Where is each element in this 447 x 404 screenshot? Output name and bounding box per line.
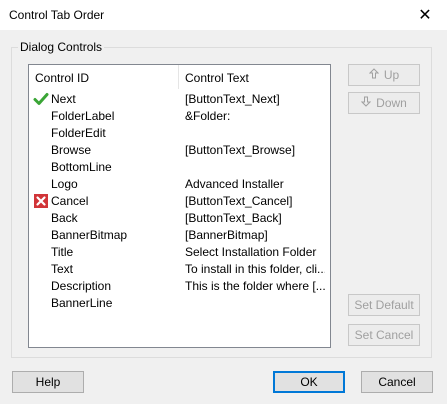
control-text-cell: [ButtonText_Next]: [185, 92, 280, 106]
list-item[interactable]: Browse [ButtonText_Browse]: [29, 142, 330, 159]
list-item[interactable]: Cancel [ButtonText_Cancel]: [29, 193, 330, 210]
error-x-icon: [33, 193, 49, 209]
control-id-cell: Next: [51, 92, 76, 106]
control-text-cell: [BannerBitmap]: [185, 228, 268, 242]
controls-list[interactable]: Control ID Control Text Next [ButtonText_…: [28, 64, 331, 348]
up-button[interactable]: Up: [348, 64, 420, 86]
list-item[interactable]: BannerBitmap [BannerBitmap]: [29, 227, 330, 244]
list-item[interactable]: Description This is the folder where [...: [29, 278, 330, 295]
checkmark-icon: [33, 91, 49, 107]
control-text-cell: [ButtonText_Browse]: [185, 143, 296, 157]
list-item[interactable]: Title Select Installation Folder: [29, 244, 330, 261]
set-default-button[interactable]: Set Default: [348, 294, 420, 316]
control-text-cell: Advanced Installer: [185, 177, 284, 191]
cancel-button[interactable]: Cancel: [361, 371, 433, 393]
column-header-control-text[interactable]: Control Text: [185, 71, 249, 85]
control-id-cell: BannerLine: [51, 296, 113, 310]
control-id-cell: Cancel: [51, 194, 89, 208]
control-id-cell: Text: [51, 262, 74, 276]
close-button[interactable]: ✕: [403, 0, 447, 30]
control-text-cell: [ButtonText_Cancel]: [185, 194, 293, 208]
set-cancel-button[interactable]: Set Cancel: [348, 324, 420, 346]
dialog-body: Dialog Controls Control ID Control Text …: [0, 30, 447, 404]
list-rows: Next [ButtonText_Next] FolderLabel &Folder:…: [29, 91, 330, 312]
control-text-cell: To install in this folder, cli...: [185, 262, 325, 276]
list-item[interactable]: Next [ButtonText_Next]: [29, 91, 330, 108]
up-label: Up: [383, 68, 400, 82]
control-id-cell: BannerBitmap: [51, 228, 128, 242]
control-id-cell: FolderLabel: [51, 109, 115, 123]
list-item[interactable]: Logo Advanced Installer: [29, 176, 330, 193]
control-id-cell: Back: [51, 211, 78, 225]
control-id-cell: Title: [51, 245, 74, 259]
list-item[interactable]: FolderLabel &Folder:: [29, 108, 330, 125]
control-id-cell: Browse: [51, 143, 92, 157]
help-button[interactable]: Help: [12, 371, 84, 393]
control-text-cell: This is the folder where [...: [185, 279, 325, 293]
list-item[interactable]: Text To install in this folder, cli...: [29, 261, 330, 278]
title-bar: Control Tab Order ✕: [0, 0, 447, 30]
control-id-cell: Logo: [51, 177, 78, 191]
list-item[interactable]: BottomLine: [29, 159, 330, 176]
arrow-up-icon: [368, 68, 380, 82]
control-text-cell: Select Installation Folder: [185, 245, 317, 259]
list-item[interactable]: Back [ButtonText_Back]: [29, 210, 330, 227]
group-label: Dialog Controls: [18, 40, 105, 54]
arrow-down-icon: [360, 96, 372, 110]
close-icon: ✕: [418, 7, 432, 24]
list-item[interactable]: BannerLine: [29, 295, 330, 312]
list-item[interactable]: FolderEdit: [29, 125, 330, 142]
control-id-cell: FolderEdit: [51, 126, 106, 140]
ok-button[interactable]: OK: [273, 371, 345, 393]
window-title: Control Tab Order: [9, 8, 105, 22]
column-separator: [178, 65, 179, 89]
column-header-control-id[interactable]: Control ID: [35, 71, 89, 85]
control-text-cell: [ButtonText_Back]: [185, 211, 282, 225]
control-text-cell: &Folder:: [185, 109, 231, 123]
control-id-cell: Description: [51, 279, 112, 293]
control-id-cell: BottomLine: [51, 160, 112, 174]
down-label: Down: [376, 96, 407, 110]
down-button[interactable]: Down: [348, 92, 420, 114]
